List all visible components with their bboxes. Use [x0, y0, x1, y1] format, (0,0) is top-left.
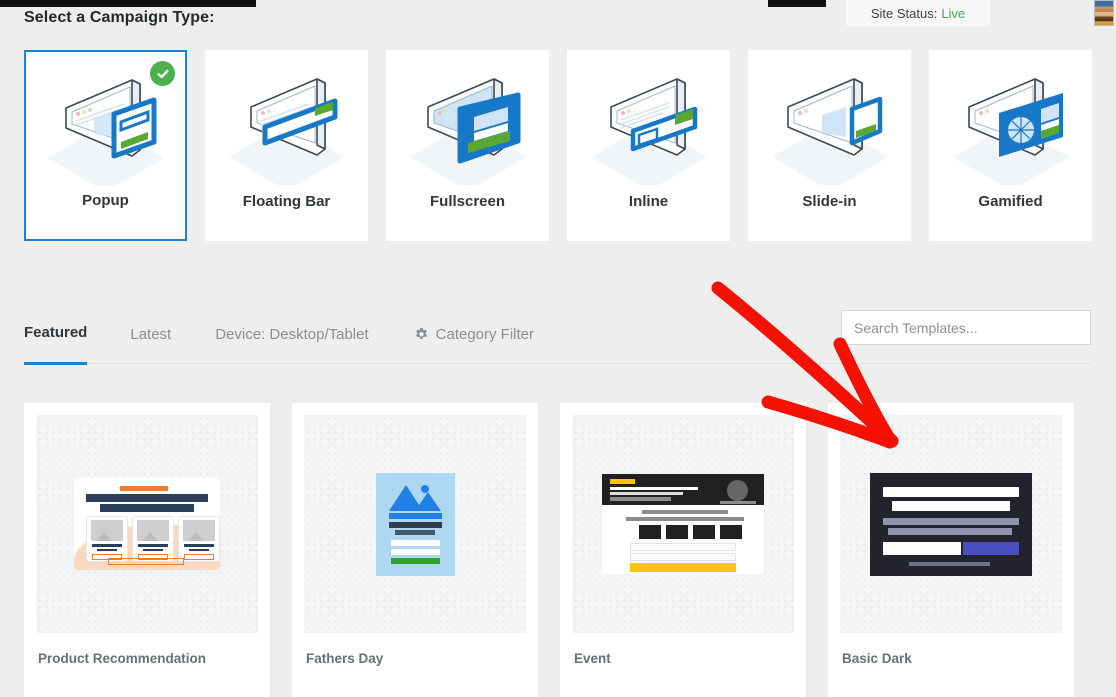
- template-card-product-recommendation[interactable]: Product Recommendation: [24, 403, 270, 697]
- campaign-type-slide-in[interactable]: Slide-in: [748, 50, 912, 241]
- campaign-type-label: Popup: [82, 192, 129, 209]
- template-grid: Product Recommendation Fathers Day Event…: [24, 403, 1092, 697]
- site-status-indicator: Site Status: Live: [846, 0, 990, 26]
- template-card-basic-dark[interactable]: Basic Dark: [828, 403, 1074, 697]
- tab-featured[interactable]: Featured: [24, 304, 88, 365]
- tab-label: Device: Desktop/Tablet: [215, 325, 369, 343]
- tab-label: Featured: [24, 324, 88, 341]
- tab-label: Category Filter: [435, 325, 535, 343]
- campaign-type-inline[interactable]: Inline: [567, 50, 731, 241]
- gear-icon: [414, 327, 429, 342]
- event-art: [602, 474, 764, 574]
- top-chrome-strip-left: [0, 0, 256, 7]
- search-input[interactable]: [841, 310, 1091, 345]
- campaign-type-list: Popup Floating Bar Fullscreen Inline Sli…: [24, 50, 1093, 241]
- selected-check-icon: [150, 61, 176, 86]
- template-card-fathers-day[interactable]: Fathers Day: [292, 403, 538, 697]
- template-name: Event: [574, 651, 611, 666]
- campaign-type-floating-bar[interactable]: Floating Bar: [205, 50, 369, 241]
- template-name: Product Recommendation: [38, 651, 207, 666]
- campaign-type-label: Inline: [628, 193, 669, 210]
- campaign-type-popup[interactable]: Popup: [24, 50, 188, 241]
- template-card-event[interactable]: Event: [560, 403, 806, 697]
- campaign-type-label: Gamified: [978, 193, 1043, 210]
- template-name: Fathers Day: [306, 651, 384, 666]
- template-name: Basic Dark: [842, 651, 912, 666]
- fathers-day-art: [375, 472, 455, 576]
- basic-dark-art: [870, 472, 1032, 576]
- template-preview: [304, 415, 526, 633]
- inline-isometric-icon: [579, 65, 719, 191]
- campaign-type-label: Slide-in: [802, 193, 857, 210]
- popup-isometric-icon: [36, 66, 176, 192]
- top-chrome-strip-right: [768, 0, 826, 7]
- campaign-type-label: Fullscreen: [430, 193, 506, 210]
- template-preview: [572, 415, 794, 633]
- product-recommendation-art: [74, 478, 220, 570]
- slide-in-isometric-icon: [760, 65, 900, 191]
- page-title: Select a Campaign Type:: [24, 9, 215, 26]
- template-preview: [36, 415, 258, 633]
- campaign-type-gamified[interactable]: Gamified: [929, 50, 1093, 241]
- app-root: Site Status: Live Select a Campaign Type…: [0, 0, 1116, 697]
- floating-bar-isometric-icon: [217, 65, 357, 191]
- template-preview: [840, 415, 1062, 633]
- tab-label: Latest: [130, 325, 172, 343]
- user-avatar[interactable]: [1094, 0, 1114, 26]
- campaign-type-fullscreen[interactable]: Fullscreen: [386, 50, 550, 241]
- site-status-label: Site Status:: [870, 5, 938, 21]
- gamified-isometric-icon: [941, 65, 1081, 191]
- tab-category-filter[interactable]: Category Filter: [414, 305, 534, 363]
- campaign-type-label: Floating Bar: [242, 193, 331, 210]
- site-status-value: Live: [941, 5, 966, 21]
- tab-device-filter[interactable]: Device: Desktop/Tablet: [215, 305, 368, 363]
- fullscreen-isometric-icon: [398, 65, 538, 191]
- tab-latest[interactable]: Latest: [130, 305, 171, 363]
